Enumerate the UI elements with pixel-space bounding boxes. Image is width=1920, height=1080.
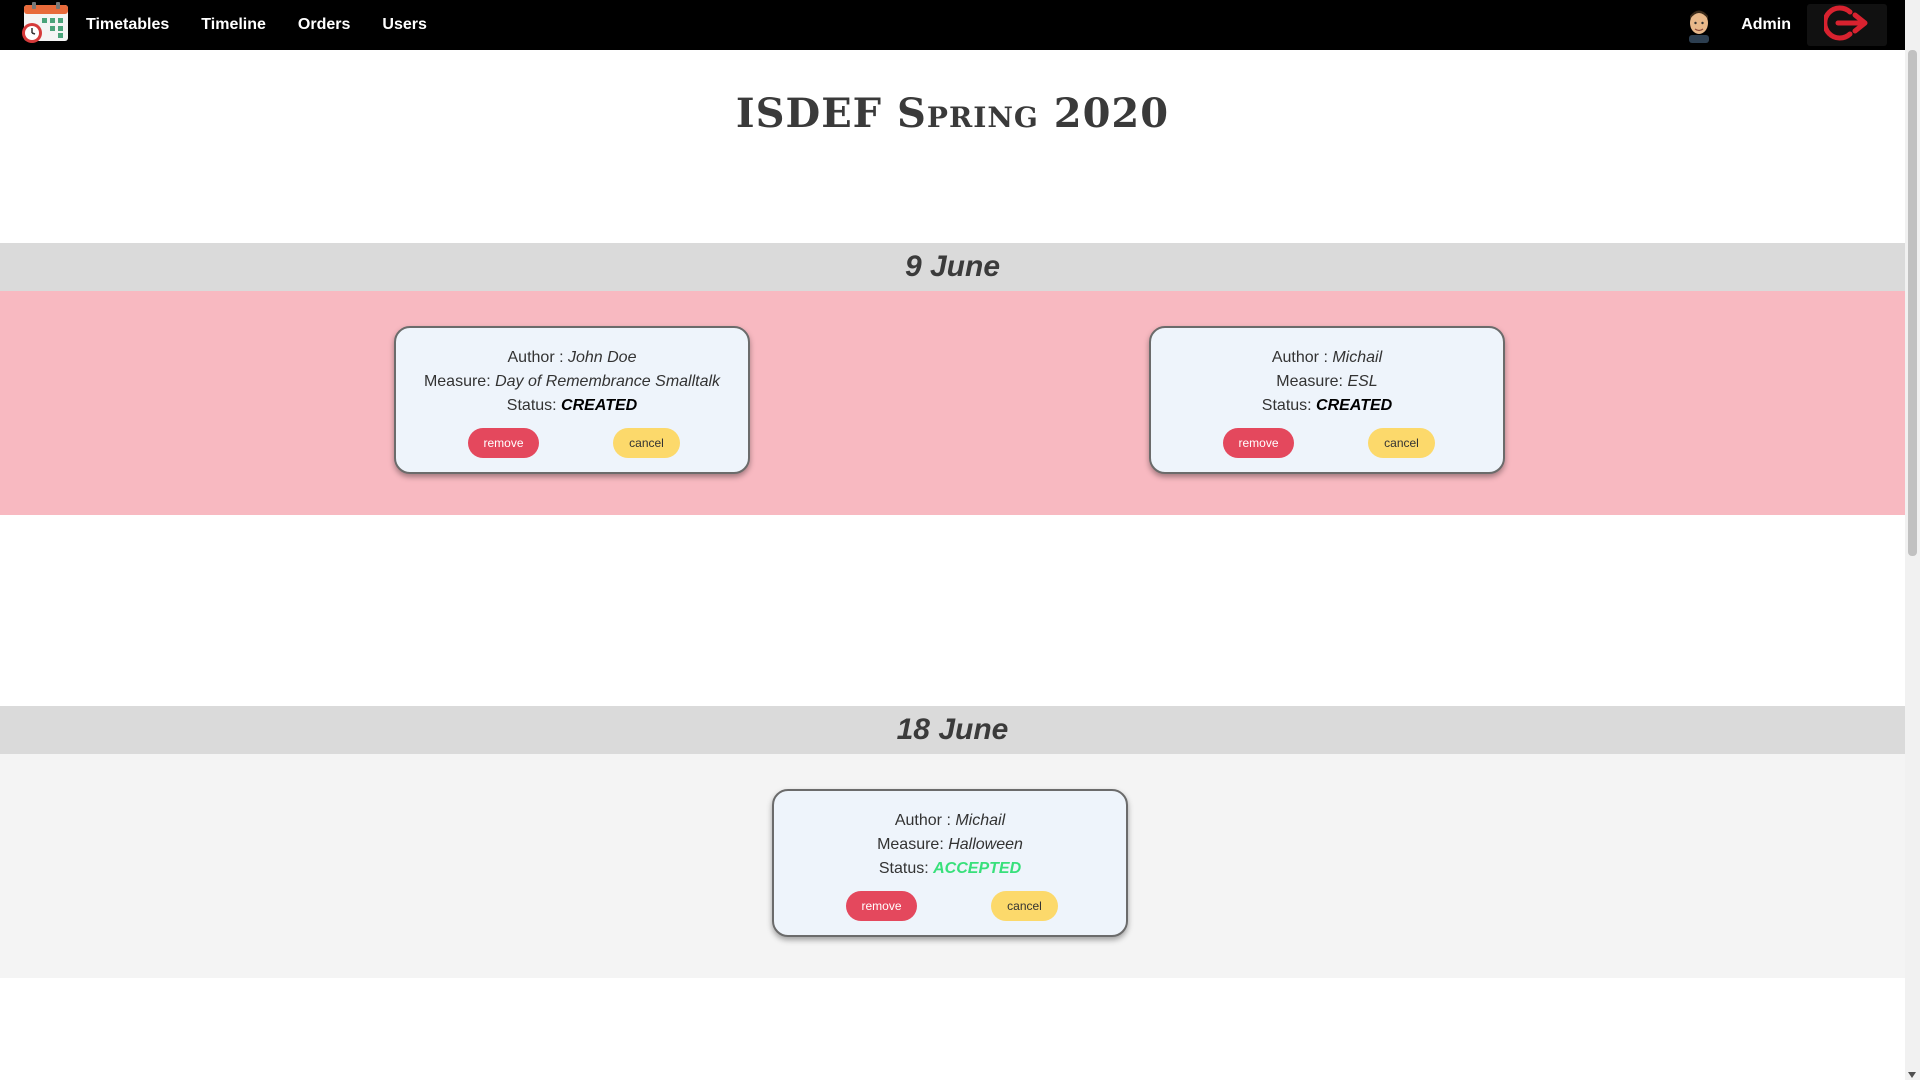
cancel-button[interactable]: cancel [1368, 428, 1435, 458]
scrollbar-thumb[interactable] [1908, 50, 1917, 556]
day-orders: Author : Michail Measure: Halloween Stat… [0, 754, 1905, 978]
day-orders: Author : John Doe Measure: Day of Rememb… [0, 291, 1905, 515]
status-badge: CREATED [1316, 397, 1393, 414]
order-author: Author : John Doe [507, 349, 637, 366]
order-card: Author : Michail Measure: Halloween Stat… [772, 789, 1128, 937]
remove-button[interactable]: remove [846, 891, 917, 921]
nav-timetables[interactable]: Timetables [86, 16, 169, 34]
cancel-button[interactable]: cancel [991, 891, 1058, 921]
order-status: Status: CREATED [506, 397, 638, 414]
scroll-down-arrow-icon[interactable] [1908, 1072, 1916, 1078]
day-header: 9 June [0, 243, 1905, 291]
order-author: Author : Michail [1271, 349, 1383, 366]
order-measure: Measure: Halloween [877, 836, 1023, 853]
order-measure: Measure: Day of Remembrance Smalltalk [423, 373, 721, 390]
page-title: ISDEF Spring 2020 [735, 90, 1170, 137]
status-badge: CREATED [561, 397, 638, 414]
nav-timeline[interactable]: Timeline [201, 16, 266, 34]
cancel-button[interactable]: cancel [613, 428, 680, 458]
user-avatar-icon[interactable] [1684, 7, 1714, 43]
top-navbar: Timetables Timeline Orders Users Admin [0, 0, 1905, 50]
logout-icon [1822, 4, 1870, 47]
main-nav: Timetables Timeline Orders Users [86, 0, 459, 50]
order-status: Status: ACCEPTED [878, 860, 1022, 877]
remove-button[interactable]: remove [468, 428, 539, 458]
order-author: Author : Michail [894, 812, 1006, 829]
calendar-clock-icon[interactable] [20, 1, 70, 45]
user-name: Admin [1741, 16, 1791, 33]
vertical-scrollbar[interactable] [1905, 0, 1920, 1080]
order-measure: Measure: ESL [1276, 373, 1378, 390]
user-area: Admin [1684, 0, 1887, 50]
logout-button[interactable] [1807, 4, 1887, 46]
remove-button[interactable]: remove [1223, 428, 1294, 458]
order-status: Status: CREATED [1261, 397, 1393, 414]
order-card: Author : John Doe Measure: Day of Rememb… [394, 326, 750, 474]
status-badge: ACCEPTED [933, 860, 1022, 877]
nav-orders[interactable]: Orders [298, 16, 350, 34]
nav-users[interactable]: Users [382, 16, 426, 34]
order-card: Author : Michail Measure: ESL Status: CR… [1149, 326, 1505, 474]
day-header: 18 June [0, 706, 1905, 754]
